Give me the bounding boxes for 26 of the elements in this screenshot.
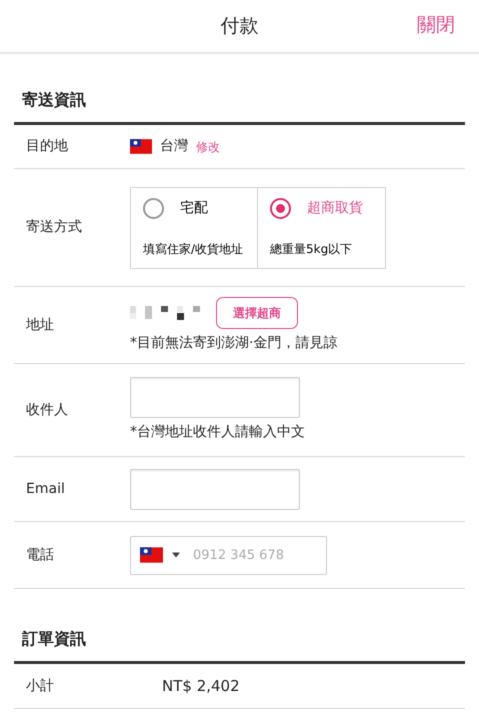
text-input[interactable] bbox=[130, 468, 300, 510]
section-title: 訂單資訊 bbox=[14, 589, 465, 664]
close-link[interactable]: 關閉 bbox=[417, 11, 455, 40]
blurred-address-drawing bbox=[130, 306, 200, 320]
field-label: Email bbox=[25, 480, 66, 498]
select-store-button[interactable]: 選擇超商 bbox=[216, 296, 298, 328]
page-title: 付款 bbox=[220, 14, 258, 39]
section-title: 寄送資訊 bbox=[14, 54, 465, 125]
field-label: 地址 bbox=[25, 316, 55, 334]
subtotal-value: NT$ 2,402 bbox=[162, 676, 240, 697]
radio-icon bbox=[143, 198, 164, 218]
note-text: *台灣地址收件人請輸入中文 bbox=[130, 423, 305, 442]
field-label: 目的地 bbox=[25, 137, 69, 156]
radio-icon bbox=[270, 198, 291, 218]
shipping-option[interactable]: 超商取貨 總重量5kg以下 bbox=[258, 186, 386, 268]
field-label: 寄送方式 bbox=[25, 218, 83, 237]
note-text: *目前無法寄到澎湖·金門，請見諒 bbox=[130, 334, 338, 352]
phone-input[interactable]: 0912 345 678 bbox=[130, 536, 327, 574]
edit-link[interactable]: 修改 bbox=[196, 138, 220, 156]
field-label: 收件人 bbox=[25, 400, 69, 420]
flag-icon bbox=[130, 139, 152, 154]
country-name: 台灣 bbox=[160, 137, 188, 156]
text-input[interactable] bbox=[130, 377, 300, 418]
shipping-option[interactable]: 宅配 填寫住家/收貨地址 bbox=[130, 186, 258, 268]
field-label: 電話 bbox=[25, 546, 55, 564]
field-label: 小計 bbox=[25, 676, 55, 696]
